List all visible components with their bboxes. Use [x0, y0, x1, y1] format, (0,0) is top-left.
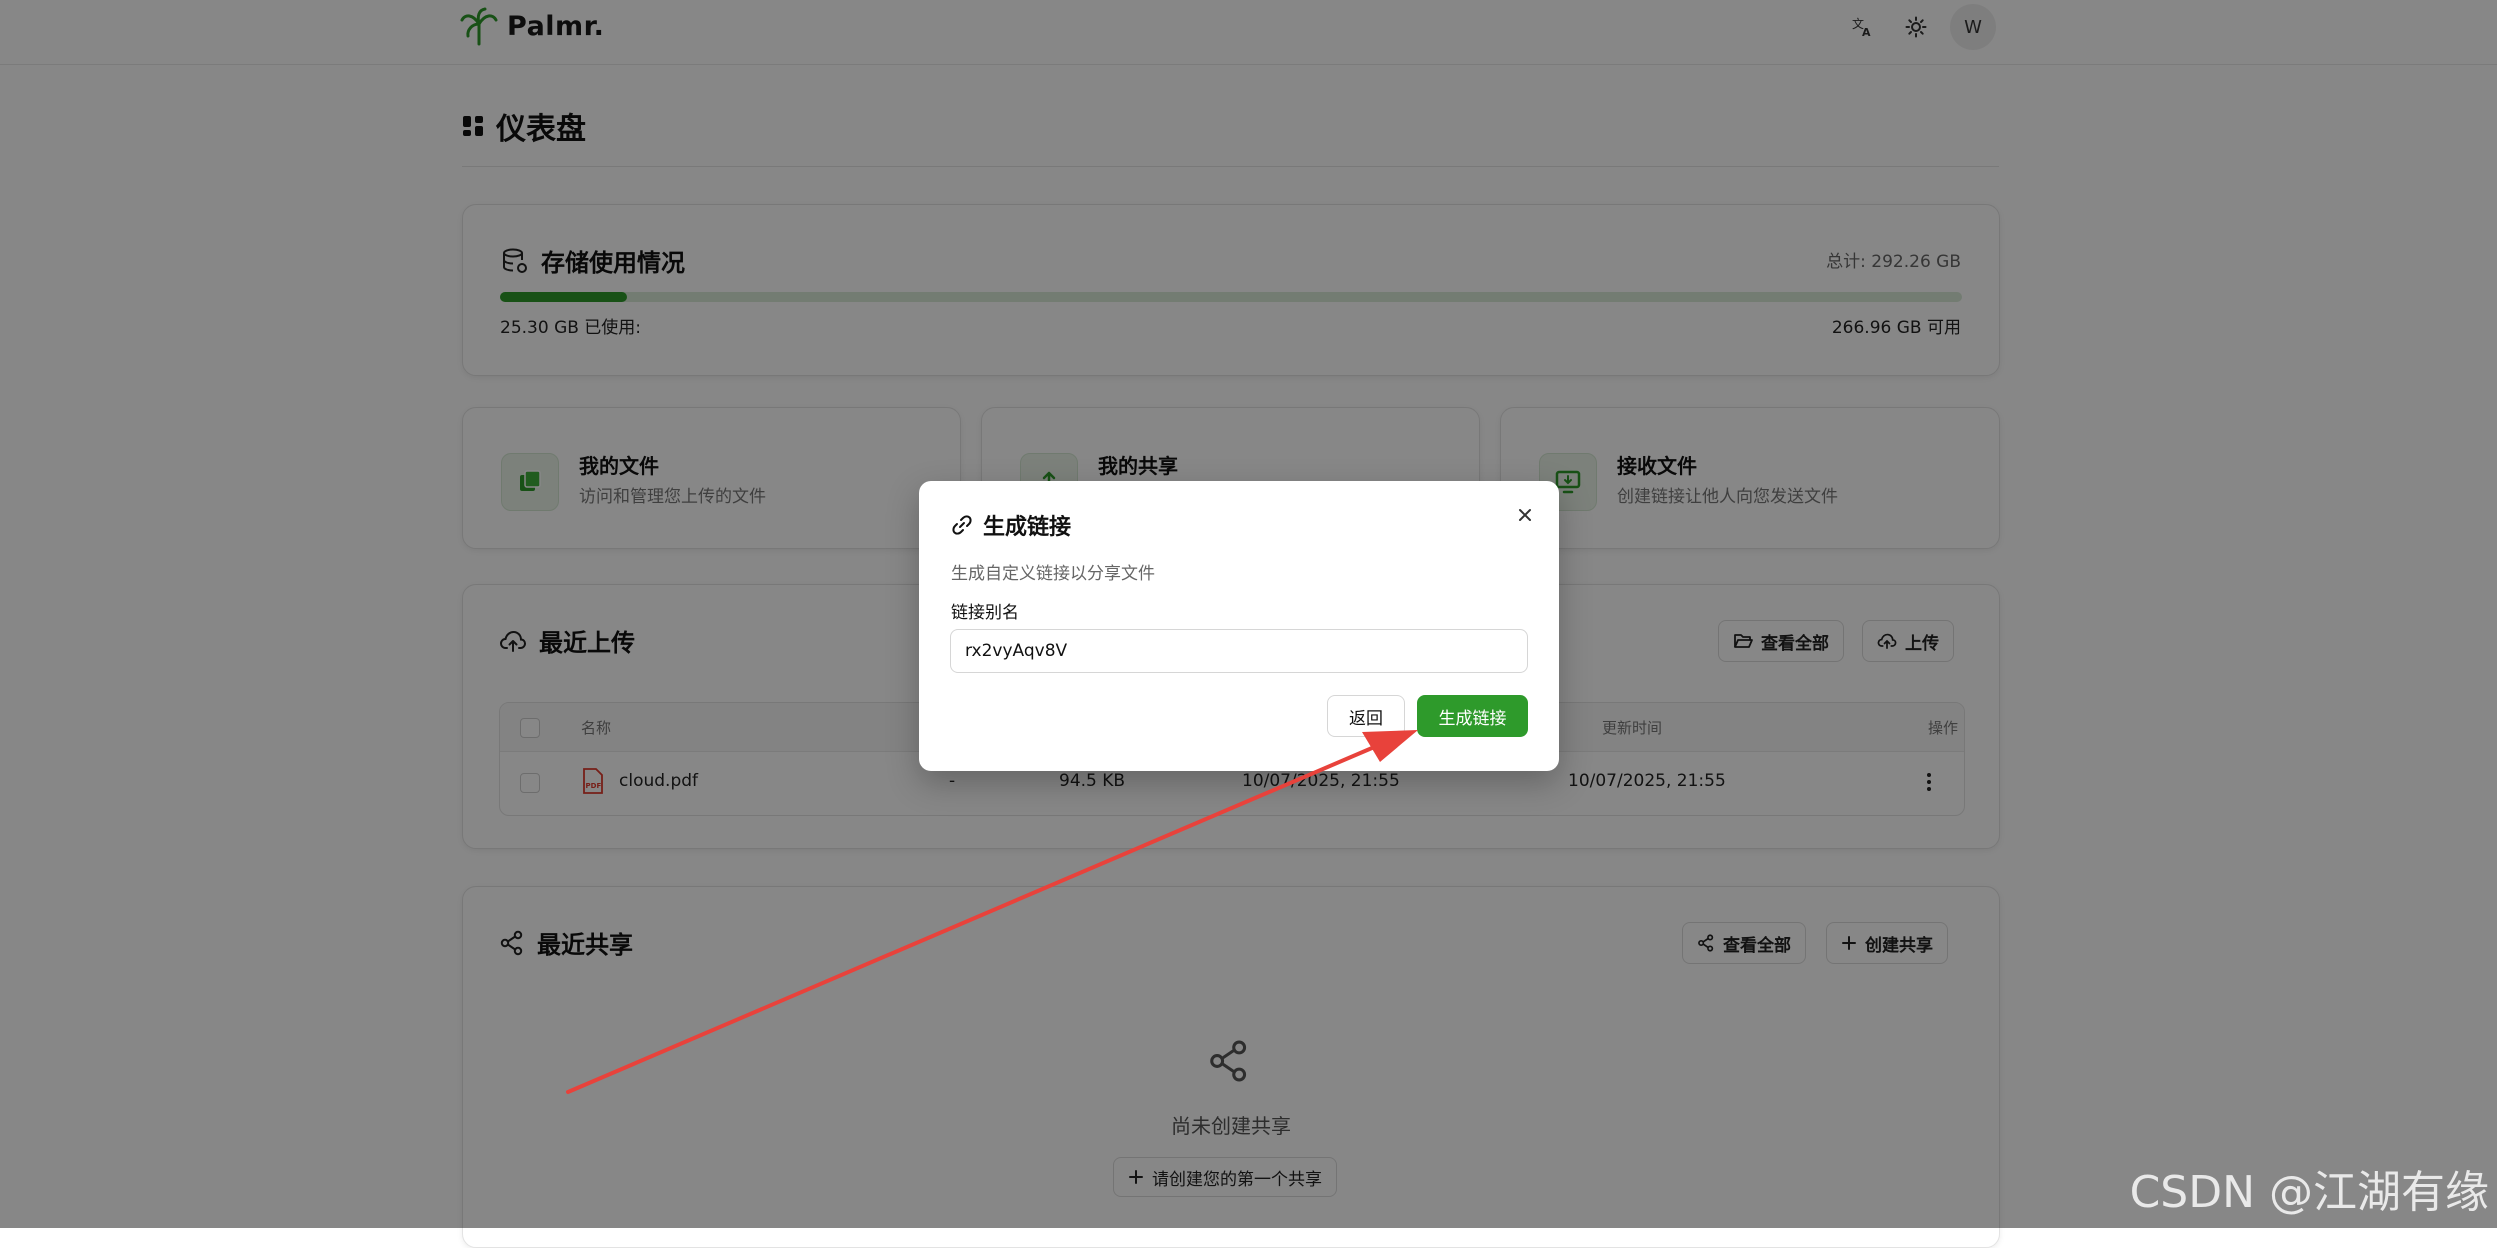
close-icon: [1519, 509, 1531, 521]
dialog-description: 生成自定义链接以分享文件: [951, 564, 1155, 584]
app-root: Palmr. 文 A W 仪表盘 存储使用情况 总计: 292.26 GB 25…: [0, 0, 2497, 1248]
alias-input[interactable]: [950, 629, 1528, 673]
back-button[interactable]: 返回: [1327, 695, 1405, 737]
close-dialog-button[interactable]: [1509, 499, 1541, 531]
alias-label: 链接别名: [951, 603, 1019, 623]
watermark-text: CSDN @江湖有缘: [2129, 1167, 2489, 1218]
dialog-title: 生成链接: [951, 509, 1071, 541]
dialog-title-text: 生成链接: [983, 515, 1072, 540]
link-icon: [952, 515, 972, 535]
generate-link-dialog: 生成链接 生成自定义链接以分享文件 链接别名 返回 生成链接: [919, 481, 1559, 771]
generate-link-button[interactable]: 生成链接: [1417, 695, 1528, 737]
